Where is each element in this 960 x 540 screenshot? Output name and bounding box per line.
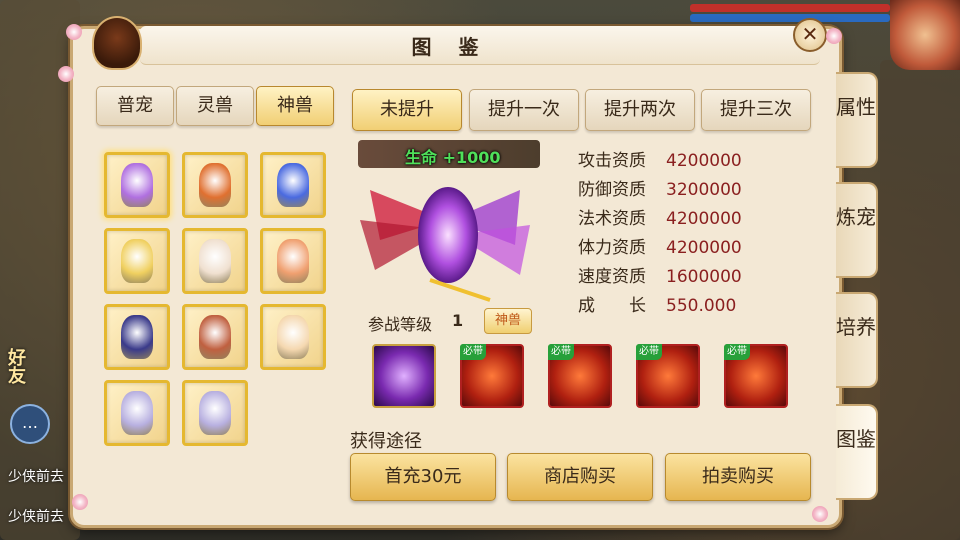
side-tab-attributes[interactable]: 属性: [836, 72, 878, 168]
required-skill-tag: 必带: [636, 344, 662, 360]
skill-icon[interactable]: 必带: [548, 344, 612, 408]
stat-value: 550.000: [666, 296, 737, 316]
pet-slot[interactable]: [182, 228, 248, 294]
required-skill-tag: 必带: [460, 344, 486, 360]
stat-row: 速度资质 1600000: [578, 262, 742, 287]
close-button[interactable]: ✕: [793, 18, 827, 52]
required-skill-tag: 必带: [548, 344, 574, 360]
stat-label: 速度资质: [578, 267, 646, 287]
stat-row: 成 长 550.000: [578, 291, 736, 316]
pet-slot[interactable]: [260, 228, 326, 294]
mp-bar: [690, 14, 890, 22]
chat-line-2: 少侠前去: [8, 509, 64, 525]
stat-label: 成 长: [578, 296, 646, 316]
stat-row: 法术资质 4200000: [578, 204, 742, 229]
tab-normal-pet[interactable]: 普宠: [96, 86, 174, 126]
tab-spirit-beast[interactable]: 灵兽: [176, 86, 254, 126]
stat-label: 法术资质: [578, 209, 646, 229]
friends-label[interactable]: 好友: [2, 348, 28, 384]
stat-label: 攻击资质: [578, 151, 646, 171]
skill-icon[interactable]: 必带: [460, 344, 524, 408]
flower-decoration: [72, 494, 88, 510]
skill-icon[interactable]: 必带: [724, 344, 788, 408]
pet-slot[interactable]: [260, 304, 326, 370]
pet-portrait-icon: [199, 391, 231, 435]
panel-title: 图 鉴: [411, 35, 489, 59]
stat-row: 防御资质 3200000: [578, 175, 742, 200]
pet-slot[interactable]: [182, 152, 248, 218]
tab-not-upgraded[interactable]: 未提升: [352, 89, 462, 131]
chat-line-1: 少侠前去: [8, 469, 64, 485]
acquire-label: 获得途径: [350, 431, 422, 452]
tab-upgrade-twice[interactable]: 提升两次: [585, 89, 695, 131]
stat-value: 3200000: [666, 180, 742, 200]
tab-upgrade-once[interactable]: 提升一次: [469, 89, 579, 131]
pet-portrait-icon: [121, 315, 153, 359]
required-skill-tag: 必带: [724, 344, 750, 360]
pet-portrait-icon: [277, 163, 309, 207]
tab-upgrade-thrice[interactable]: 提升三次: [701, 89, 811, 131]
tab-divine-beast[interactable]: 神兽: [256, 86, 334, 126]
stat-value: 4200000: [666, 209, 742, 229]
pet-slot[interactable]: [260, 152, 326, 218]
pet-portrait-icon: [277, 315, 309, 359]
buff-text: 生命 +1000: [405, 148, 501, 167]
background-building-right: [880, 60, 960, 540]
stat-label: 体力资质: [578, 238, 646, 258]
flower-decoration: [812, 506, 828, 522]
battle-level-value: 1: [452, 311, 464, 330]
pet-portrait-icon: [199, 239, 231, 283]
side-tab-codex[interactable]: 图鉴: [836, 404, 878, 500]
pet-slot[interactable]: [182, 380, 248, 446]
pet-portrait-icon: [199, 315, 231, 359]
pet-slot[interactable]: [104, 380, 170, 446]
stat-row: 体力资质 4200000: [578, 233, 742, 258]
stat-value: 4200000: [666, 151, 742, 171]
divine-beast-model: [360, 187, 530, 302]
pet-slot[interactable]: [182, 304, 248, 370]
flower-decoration: [66, 24, 82, 40]
divine-beast-tag: 神兽: [484, 308, 532, 334]
player-portrait[interactable]: [890, 0, 960, 70]
pet-portrait-icon: [277, 239, 309, 283]
hp-bar: [690, 4, 890, 12]
chat-icon[interactable]: …: [10, 404, 50, 444]
pet-slot[interactable]: [104, 304, 170, 370]
pet-portrait-icon: [121, 391, 153, 435]
pet-portrait-icon: [199, 163, 231, 207]
shop-buy-button[interactable]: 商店购买: [507, 453, 653, 501]
auction-buy-button[interactable]: 拍卖购买: [665, 453, 811, 501]
pet-portrait-icon: [121, 163, 153, 207]
battle-level-label: 参战等级: [368, 315, 433, 334]
side-tab-refine[interactable]: 炼宠: [836, 182, 878, 278]
pet-emblem-icon: [92, 16, 142, 70]
stat-value: 1600000: [666, 267, 742, 287]
stat-value: 4200000: [666, 238, 742, 258]
stat-row: 攻击资质 4200000: [578, 146, 742, 171]
pet-slot[interactable]: [104, 228, 170, 294]
pet-portrait-icon: [121, 239, 153, 283]
flower-decoration: [58, 66, 74, 82]
side-tab-cultivate[interactable]: 培养: [836, 292, 878, 388]
first-recharge-button[interactable]: 首充30元: [350, 453, 496, 501]
stat-label: 防御资质: [578, 180, 646, 200]
skill-icon[interactable]: [372, 344, 436, 408]
pet-slot[interactable]: [104, 152, 170, 218]
skill-icon[interactable]: 必带: [636, 344, 700, 408]
flower-decoration: [826, 28, 842, 44]
